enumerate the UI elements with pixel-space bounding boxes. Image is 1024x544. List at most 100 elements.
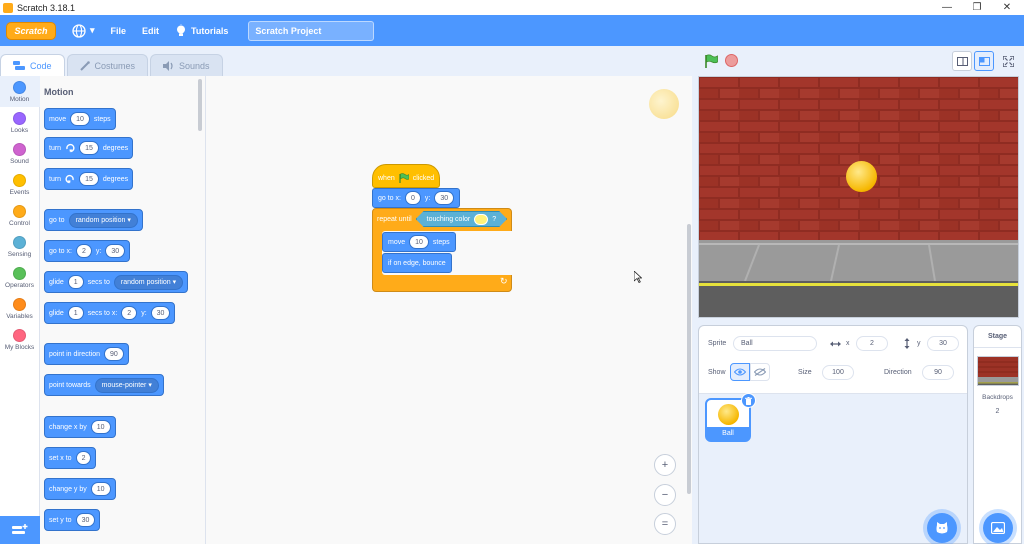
block-touching-color[interactable]: touching color ? [416, 211, 508, 227]
zoom-reset-button[interactable]: = [654, 513, 676, 535]
category-my-blocks[interactable]: My Blocks [0, 324, 39, 355]
add-extension-button[interactable] [0, 516, 40, 544]
value-input[interactable]: 10 [90, 482, 111, 496]
size-input[interactable]: 100 [822, 365, 854, 380]
sprite-name-input[interactable]: Ball [733, 336, 817, 351]
steps-input[interactable]: 10 [70, 112, 90, 126]
stage-thumbnail[interactable] [977, 356, 1019, 386]
secs-input[interactable]: 1 [67, 275, 84, 289]
y-position-input[interactable]: 30 [927, 336, 959, 351]
minimize-button[interactable]: — [932, 0, 962, 15]
block-text: clicked [412, 174, 435, 182]
target-dropdown[interactable]: random position ▾ [68, 212, 138, 228]
target-dropdown[interactable]: mouse-pointer ▾ [94, 377, 159, 393]
direction-input[interactable]: 90 [103, 347, 124, 361]
block-text: touching color [426, 215, 471, 223]
choose-backdrop-button[interactable] [983, 513, 1013, 543]
block-glide-to[interactable]: glide 1 secs to random position ▾ [44, 271, 189, 293]
block-set-y[interactable]: set y to 30 [44, 509, 101, 531]
normal-stage-button[interactable] [974, 51, 994, 71]
show-hidden-button[interactable] [750, 363, 770, 381]
target-dropdown[interactable]: random position ▾ [113, 274, 184, 290]
close-window-button[interactable]: ✕ [992, 0, 1022, 15]
direction-label: Direction [884, 369, 912, 376]
stage-canvas[interactable] [698, 76, 1019, 318]
fullscreen-button[interactable] [998, 51, 1018, 71]
category-sound[interactable]: Sound [0, 138, 39, 169]
tutorials-menu[interactable]: Tutorials [167, 15, 236, 46]
block-set-x[interactable]: set x to 2 [44, 447, 97, 469]
y-input[interactable]: 30 [105, 244, 126, 258]
y-input[interactable]: 30 [434, 191, 455, 205]
x-input[interactable]: 2 [121, 306, 138, 320]
block-when-flag-clicked[interactable]: when clicked [372, 164, 441, 188]
value-input[interactable]: 10 [90, 420, 111, 434]
value-input[interactable]: 2 [75, 451, 92, 465]
brick-wall-backdrop [699, 77, 1018, 317]
sound-dot-icon [13, 142, 26, 156]
block-text: secs to [87, 278, 110, 286]
project-title-input[interactable]: Scratch Project [248, 20, 375, 41]
category-control[interactable]: Control [0, 200, 39, 231]
cat-add-icon [936, 522, 948, 534]
script-area[interactable]: when clicked go to x: 0 y: 30 repeat until … [206, 76, 692, 544]
block-go-to-xy[interactable]: go to x: 2 y: 30 [44, 240, 131, 262]
steps-input[interactable]: 10 [409, 235, 429, 249]
edit-menu[interactable]: Edit [134, 15, 167, 46]
block-text: point in direction [49, 350, 100, 358]
secs-input[interactable]: 1 [67, 306, 84, 320]
block-text: degrees [102, 144, 129, 152]
category-events[interactable]: Events [0, 169, 39, 200]
zoom-in-button[interactable]: + [654, 454, 676, 476]
category-variables[interactable]: Variables [0, 293, 39, 324]
x-input[interactable]: 2 [75, 244, 92, 258]
x-input[interactable]: 0 [404, 191, 421, 205]
degrees-input[interactable]: 15 [79, 172, 99, 186]
block-text: steps [93, 115, 111, 123]
category-motion[interactable]: Motion [0, 76, 39, 107]
block-turn-left[interactable]: turn 15 degrees [44, 168, 134, 190]
sprite-tile-label: Ball [707, 427, 749, 440]
ball-sprite[interactable] [846, 161, 877, 192]
direction-input[interactable]: 90 [922, 365, 954, 380]
stop-button[interactable] [725, 54, 738, 67]
sprite-tile-ball[interactable]: Ball [705, 393, 756, 442]
block-change-y[interactable]: change y by 10 [44, 478, 116, 500]
zoom-out-button[interactable]: − [654, 484, 676, 506]
file-menu[interactable]: File [103, 15, 135, 46]
degrees-input[interactable]: 15 [79, 141, 99, 155]
maximize-button[interactable]: ❐ [962, 0, 992, 15]
language-menu[interactable]: ▾ [64, 15, 103, 46]
show-visible-button[interactable] [730, 363, 750, 381]
tab-costumes[interactable]: Costumes [66, 54, 149, 76]
y-input[interactable]: 30 [150, 306, 171, 320]
script-area-scrollbar[interactable] [687, 224, 691, 494]
category-looks[interactable]: Looks [0, 107, 39, 138]
block-change-x[interactable]: change x by 10 [44, 416, 116, 438]
block-point-towards[interactable]: point towards mouse-pointer ▾ [44, 374, 164, 396]
small-stage-button[interactable] [952, 51, 972, 71]
tab-sounds[interactable]: Sounds [150, 54, 223, 76]
block-if-on-edge-bounce[interactable]: if on edge, bounce [382, 253, 452, 273]
color-picker-swatch[interactable] [474, 214, 488, 225]
category-sensing[interactable]: Sensing [0, 231, 39, 262]
block-glide-to-xy[interactable]: glide 1 secs to x: 2 y: 30 [44, 302, 176, 324]
value-input[interactable]: 30 [75, 513, 96, 527]
block-go-to[interactable]: go to random position ▾ [44, 209, 143, 231]
block-move-steps[interactable]: move 10 steps [382, 232, 456, 252]
my-blocks-dot-icon [13, 328, 26, 342]
choose-sprite-button[interactable] [927, 513, 957, 543]
category-operators[interactable]: Operators [0, 262, 39, 293]
green-flag-button[interactable] [704, 54, 718, 68]
delete-sprite-button[interactable] [741, 393, 756, 408]
block-point-in-direction[interactable]: point in direction 90 [44, 343, 129, 365]
scratch-logo[interactable]: Scratch [6, 21, 56, 40]
palette-scrollbar[interactable] [198, 79, 202, 131]
block-go-to-xy[interactable]: go to x: 0 y: 30 [372, 188, 461, 208]
block-move-steps[interactable]: move 10 steps [44, 108, 116, 130]
x-position-input[interactable]: 2 [856, 336, 888, 351]
tab-code[interactable]: Code [0, 54, 65, 76]
stage-selector[interactable]: Stage Backdrops 2 [973, 325, 1022, 544]
block-turn-right[interactable]: turn 15 degrees [44, 137, 134, 159]
category-label: Sound [10, 157, 29, 165]
